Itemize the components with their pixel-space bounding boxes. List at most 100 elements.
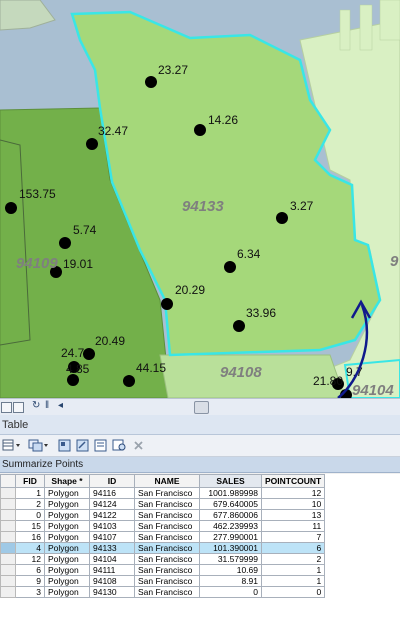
cell-shape: Polygon <box>44 531 90 543</box>
cell-pointcount: 1 <box>260 564 326 576</box>
table-row[interactable]: 1 Polygon 94116 San Francisco 1001.989998 12 <box>0 487 326 499</box>
cell-name: San Francisco <box>134 564 200 576</box>
table-row[interactable]: 12 Polygon 94104 San Francisco 31.579999 2 <box>0 553 326 565</box>
row-selector[interactable] <box>0 575 16 587</box>
cell-name: San Francisco <box>134 487 200 499</box>
switch-selection-icon[interactable] <box>76 439 90 452</box>
row-selector[interactable] <box>0 531 16 543</box>
cell-id: 94116 <box>89 487 135 499</box>
row-selector-header[interactable] <box>0 474 16 488</box>
cell-shape: Polygon <box>44 498 90 510</box>
delete-selected-icon[interactable] <box>133 439 145 452</box>
cell-sales: 677.860006 <box>199 509 262 521</box>
table-row[interactable]: 9 Polygon 94108 San Francisco 8.91 1 <box>0 575 326 587</box>
layout-view-icon[interactable] <box>1 402 12 413</box>
table-row[interactable]: 2 Polygon 94124 San Francisco 679.640005 10 <box>0 498 326 510</box>
refresh-icon[interactable]: ↻ <box>32 400 40 411</box>
map-point-marker[interactable] <box>145 76 157 88</box>
cell-shape: Polygon <box>44 542 90 554</box>
cell-id: 94111 <box>89 564 135 576</box>
cell-sales: 277.990001 <box>199 531 262 543</box>
column-header-pointcount[interactable]: POINTCOUNT <box>260 474 326 488</box>
map-point-label: 5.74 <box>73 223 97 237</box>
map-point-marker[interactable] <box>276 212 288 224</box>
select-by-attributes-icon[interactable] <box>58 439 72 452</box>
row-selector[interactable] <box>0 586 16 598</box>
cell-fid: 15 <box>15 520 45 532</box>
map-point-marker[interactable] <box>83 348 95 360</box>
cell-name: San Francisco <box>134 575 200 587</box>
cell-id: 94107 <box>89 531 135 543</box>
cell-id: 94130 <box>89 586 135 598</box>
row-selector[interactable] <box>0 498 16 510</box>
cell-shape: Polygon <box>44 586 90 598</box>
zip-label-partial: 9 <box>390 253 399 270</box>
map-point-marker[interactable] <box>233 320 245 332</box>
attribute-table: FID Shape * ID NAME SALES POINTCOUNT 1 Po… <box>0 474 400 618</box>
map-point-marker[interactable] <box>86 138 98 150</box>
column-header-sales[interactable]: SALES <box>199 474 262 488</box>
map-view[interactable]: 23.27 14.26 32.47 153.75 3.27 5.74 19.01 6.34 20… <box>0 0 400 398</box>
map-point-label: 24.7 <box>61 346 85 360</box>
map-point-marker[interactable] <box>59 237 71 249</box>
table-row[interactable]: 6 Polygon 94111 San Francisco 10.69 1 <box>0 564 326 576</box>
cell-fid: 6 <box>15 564 45 576</box>
map-point-label: 23.27 <box>158 63 189 77</box>
map-point-marker[interactable] <box>161 298 173 310</box>
cell-id: 94104 <box>89 553 135 565</box>
cell-id: 94122 <box>89 509 135 521</box>
map-point-marker[interactable] <box>194 124 206 136</box>
cell-sales: 1001.989998 <box>199 487 262 499</box>
row-selector[interactable] <box>0 487 16 499</box>
cell-sales: 10.69 <box>199 564 262 576</box>
column-header-shape[interactable]: Shape * <box>44 474 90 488</box>
column-header-name[interactable]: NAME <box>134 474 200 488</box>
row-selector[interactable] <box>0 564 16 576</box>
table-row[interactable]: 4 Polygon 94133 San Francisco 101.390001 6 <box>0 542 326 554</box>
cell-id: 94108 <box>89 575 135 587</box>
table-options-icon[interactable] <box>2 439 22 452</box>
map-point-label: 21.80 <box>313 374 344 388</box>
map-point-label: 4.85 <box>66 362 90 376</box>
map-point-marker[interactable] <box>5 202 17 214</box>
table-row[interactable]: 0 Polygon 94122 San Francisco 677.860006 13 <box>0 509 326 521</box>
cell-name: San Francisco <box>134 498 200 510</box>
cell-sales: 31.579999 <box>199 553 262 565</box>
table-row[interactable]: 16 Polygon 94107 San Francisco 277.990001 7 <box>0 531 326 543</box>
map-point-label: 20.49 <box>95 334 126 348</box>
table-header-row: FID Shape * ID NAME SALES POINTCOUNT <box>0 474 326 488</box>
scroll-left-icon[interactable]: ◂ <box>58 400 63 411</box>
row-selector[interactable] <box>0 553 16 565</box>
layer-tab-summarize-points[interactable]: Summarize Points <box>0 457 400 473</box>
pause-icon[interactable]: ‖ <box>45 400 49 411</box>
map-point-marker[interactable] <box>340 389 352 398</box>
map-point-label: 19.01 <box>63 257 94 271</box>
cell-sales: 0 <box>199 586 262 598</box>
related-tables-icon[interactable] <box>28 439 50 452</box>
column-header-id[interactable]: ID <box>89 474 135 488</box>
table-row[interactable]: 15 Polygon 94103 San Francisco 462.239993 11 <box>0 520 326 532</box>
table-panel-title: Table <box>0 415 400 435</box>
table-row[interactable]: 3 Polygon 94130 San Francisco 0 0 <box>0 586 326 598</box>
cell-pointcount: 1 <box>260 575 326 587</box>
zip-label-94133: 94133 <box>182 198 224 215</box>
zoom-to-selected-icon[interactable] <box>112 439 128 452</box>
cell-name: San Francisco <box>134 509 200 521</box>
cell-pointcount: 10 <box>260 498 326 510</box>
map-point-marker[interactable] <box>224 261 236 273</box>
map-toolbar: ↻ ‖ ◂ <box>0 398 400 415</box>
row-selector[interactable] <box>0 509 16 521</box>
column-header-fid[interactable]: FID <box>15 474 45 488</box>
cell-fid: 4 <box>15 542 45 554</box>
cell-id: 94103 <box>89 520 135 532</box>
cell-id: 94124 <box>89 498 135 510</box>
map-point-marker[interactable] <box>123 375 135 387</box>
cell-name: San Francisco <box>134 586 200 598</box>
row-selector[interactable] <box>0 542 16 554</box>
horizontal-scrollbar-thumb[interactable] <box>194 401 209 414</box>
clear-selection-icon[interactable] <box>94 439 108 452</box>
cell-name: San Francisco <box>134 553 200 565</box>
cell-sales: 462.239993 <box>199 520 262 532</box>
data-view-icon[interactable] <box>13 402 24 413</box>
row-selector[interactable] <box>0 520 16 532</box>
